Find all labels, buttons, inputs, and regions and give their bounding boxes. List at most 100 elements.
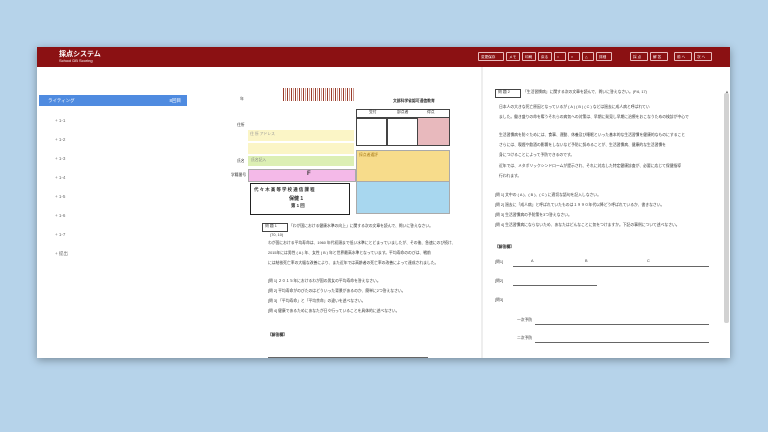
q1-header: 問 題 1 <box>265 224 277 228</box>
app-subtitle: School DB Scoring <box>59 58 93 63</box>
q2-header: 問 題 2 <box>498 90 510 94</box>
page-divider <box>481 67 483 358</box>
answer-1-c-label: C <box>647 259 650 263</box>
answer-3-primary-line[interactable] <box>535 324 709 325</box>
sidebar-item-label: 1-2 <box>58 137 66 142</box>
sidebar-item[interactable]: + 1-2 <box>55 137 65 142</box>
subject-name: 保健 1 <box>289 196 304 202</box>
vertical-scrollbar[interactable] <box>724 93 729 323</box>
address-value: 住 所 アドレス <box>250 132 275 136</box>
sidebar-item[interactable]: + 1-4 <box>55 175 65 180</box>
q2-body-line6: 近年では、メタボリックシンドロームが提示され、それに対応した特定健康診査が、必要… <box>499 164 682 168</box>
answer-3-secondary-label: 二次予防 <box>517 336 533 340</box>
ministry-text: 文部科学省認可通信教育 <box>393 99 435 103</box>
answer-sheet-page-1: 年 文部科学省認可通信教育 受付 部点者 得点 住所 住 所 アドレス 氏名 氏… <box>213 75 475 358</box>
comment-box-lower[interactable] <box>356 181 450 214</box>
sidebar-item[interactable]: + 1-6 <box>55 213 65 218</box>
answer-3-secondary-line[interactable] <box>535 342 709 343</box>
toolbar-score-button[interactable]: 採 点 <box>630 52 648 61</box>
q2-body-line2: ました。働き盛りの命を奪うそれらの病気への対策は、早期に発見し早期に治療をおこな… <box>499 115 689 119</box>
score-header-score: 得点 <box>427 110 435 114</box>
score-box[interactable] <box>417 117 450 146</box>
answer-header-right: 【解答欄】 <box>495 245 514 249</box>
sidebar-item-label: 1-6 <box>58 213 66 218</box>
sidebar-item-label: ライティング <box>48 98 75 103</box>
answer-2-line[interactable] <box>513 285 597 286</box>
answer-sheet-page-2: 問 題 2 「生活習慣病」に関する次の文章を読んで、問いに答えなさい。(P.6,… <box>487 75 719 358</box>
q2-body-line3: 生活習慣病を防ぐためには、食事、運動、休養及び睡眠といった基本的な生活習慣を健康… <box>499 133 686 137</box>
received-box <box>356 117 388 146</box>
q1-question-1: [問 1] ２０１５年におけるわが国の男女の平均寿命を答えなさい。 <box>268 279 381 283</box>
answer-header-left: 【解答欄】 <box>268 333 287 337</box>
toolbar-save-button[interactable]: 変更保存 <box>478 52 504 61</box>
sidebar-item[interactable]: + 提出 <box>55 251 68 257</box>
toolbar-prev-button[interactable]: 前 へ <box>674 52 692 61</box>
q2-question-3: [問 3] 生活習慣病の予防策を3つ答えなさい。 <box>495 213 572 217</box>
toolbar-answer-button[interactable]: 解 答 <box>650 52 668 61</box>
q1-question-4: [問 4] 健康であるためにあなたが日々行っていることを具体的に述べなさい。 <box>268 309 400 313</box>
toolbar-circle-button[interactable]: ○ <box>554 52 566 61</box>
answer-1-line[interactable] <box>513 266 709 267</box>
q1-title: 「わが国における健康水準の向上」に関する次の文章を読んで、問いに答えなさい。 <box>289 224 433 228</box>
q1-body-line3: には結核死亡率の大幅な改善により、また近年では高齢者の死亡率の改善によって達成さ… <box>268 261 439 265</box>
address-field-line2 <box>248 143 354 154</box>
address-label: 住所 <box>237 123 245 127</box>
toolbar-triangle-button[interactable]: △ <box>582 52 594 61</box>
sidebar-item-writing[interactable]: ライティング 8回目 <box>39 95 187 106</box>
answer-1-b-label: B <box>585 259 588 263</box>
session-number: 第 1 回 <box>291 203 305 208</box>
comment-label: 採点者通評 <box>359 153 378 157</box>
q2-question-1: [問 1] 文中の ( A )、( B )、( C ) に適切な語句を記入しなさ… <box>495 193 601 197</box>
q1-body-line2: 2015年には男性 ( A ) 年、女性 ( B ) 年と世界最高水準となってい… <box>268 251 431 255</box>
toolbar-back-button[interactable]: 戻る <box>538 52 552 61</box>
year-label: 年 <box>240 97 244 101</box>
student-number-label: 学籍番号 <box>231 173 247 177</box>
q2-body-line5: 身につけることによって予防できるのです。 <box>499 153 575 157</box>
toolbar-detail-button[interactable]: 詳細 <box>596 52 612 61</box>
sidebar-item[interactable]: + 1-5 <box>55 194 65 199</box>
toolbar-next-button[interactable]: 次 へ <box>694 52 712 61</box>
sidebar-item-label: 1-4 <box>58 175 66 180</box>
student-number-code: F <box>307 171 311 177</box>
barcode <box>283 88 355 101</box>
q1-question-2: [問 2] 平均寿命がのびたのはどういった背景があるのか、簡単に2つ答えなさい。 <box>268 289 406 293</box>
answer-line <box>268 357 428 358</box>
toolbar-memo-button[interactable]: メモ <box>506 52 520 61</box>
sidebar: ライティング 8回目 + 1-1 + 1-2 + 1-3 + 1-4 + 1-5… <box>37 67 206 358</box>
sidebar-item-label: 1-7 <box>58 232 66 237</box>
student-number-field[interactable] <box>248 169 356 182</box>
sidebar-item-label: 提出 <box>58 251 68 256</box>
school-name: 代 々 木 高 等 学 校 通 信 課 程 <box>254 187 315 192</box>
app-header: 採点システム School DB Scoring 変更保存 メモ 印刷 戻る ○… <box>37 47 730 67</box>
q2-title: 「生活習慣病」に関する次の文章を読んで、問いに答えなさい。(P.6, 17) <box>523 90 647 94</box>
sidebar-item-label: 1-1 <box>58 118 66 123</box>
score-header-received: 受付 <box>369 110 377 114</box>
sidebar-item[interactable]: + 1-7 <box>55 232 65 237</box>
sidebar-item[interactable]: + 1-3 <box>55 156 65 161</box>
sidebar-item[interactable]: + 1-1 <box>55 118 65 123</box>
answer-1-a-label: A <box>531 259 534 263</box>
toolbar-cross-button[interactable]: × <box>568 52 580 61</box>
q2-body-line1: 日本人の大きな死亡原因となっているが ( A ) ( B ) ( C ) などは… <box>499 105 650 109</box>
q2-body-line4: さらには、喫煙や飲酒の影響をしないなど予防に努めることが、生活習慣病、健康的な生… <box>499 143 666 147</box>
name-label: 氏名 <box>237 159 245 163</box>
answer-1-label: [問1] <box>495 260 504 264</box>
answer-2-label: [問2] <box>495 279 504 283</box>
sidebar-item-count: 8回目 <box>169 98 181 103</box>
q2-body-line7: 行われます。 <box>499 174 522 178</box>
q1-points: (70, 10) <box>270 233 284 237</box>
sidebar-item-label: 1-5 <box>58 194 66 199</box>
q1-question-3: [問 3] 「平均寿命」と「平均余命」の違いを述べなさい。 <box>268 299 366 303</box>
name-value: 氏名記入 <box>251 158 267 162</box>
q2-question-4: [問 4] 生活習慣病にならないため、あなたはどんなことに気をつけますか。下記の… <box>495 223 680 227</box>
q2-question-2: [問 2] 過去に「成人病」と呼ばれていたものは１９９０年代以降どう呼ばれている… <box>495 203 665 207</box>
q1-body-line1: わが国における平均寿命は、1960 年代初頭まで低い水準にとどまっていましたが、… <box>268 241 456 245</box>
answer-3-label: [問3] <box>495 298 504 302</box>
sidebar-item-label: 1-3 <box>58 156 66 161</box>
document-viewer[interactable]: 年 文部科学省認可通信教育 受付 部点者 得点 住所 住 所 アドレス 氏名 氏… <box>205 67 730 358</box>
grader-box <box>386 117 419 146</box>
toolbar-print-button[interactable]: 印刷 <box>522 52 536 61</box>
app-window: 採点システム School DB Scoring 変更保存 メモ 印刷 戻る ○… <box>37 47 730 358</box>
score-header-grader: 部点者 <box>397 110 409 114</box>
answer-3-primary-label: 一次予防 <box>517 318 533 322</box>
